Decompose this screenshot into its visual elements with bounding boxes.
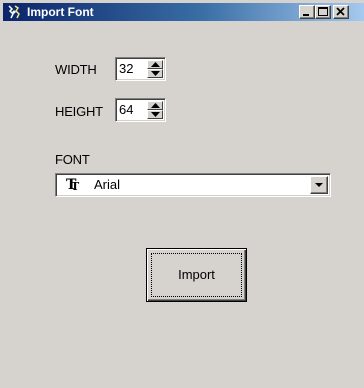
import-button-label: Import xyxy=(178,267,215,282)
width-input[interactable]: 32 xyxy=(119,61,133,77)
width-spin-buttons xyxy=(147,60,163,78)
maximize-button[interactable] xyxy=(315,5,331,19)
width-increment-button[interactable] xyxy=(147,60,163,69)
import-font-window: Import Font WIDTH 32 HEIGHT 64 FONT T T … xyxy=(0,0,364,388)
truetype-font-icon: TT xyxy=(66,177,80,193)
close-icon xyxy=(336,7,345,16)
close-button[interactable] xyxy=(333,5,349,19)
arrow-down-icon xyxy=(151,71,160,76)
height-increment-button[interactable] xyxy=(147,101,163,110)
font-dropdown[interactable]: TT Arial xyxy=(55,173,331,197)
arrow-up-icon xyxy=(151,103,160,108)
font-dropdown-value: Arial xyxy=(94,177,121,192)
width-decrement-button[interactable] xyxy=(147,69,163,78)
height-spinner[interactable]: 64 xyxy=(115,98,166,122)
arrow-up-icon xyxy=(151,62,160,67)
width-label: WIDTH xyxy=(55,62,97,77)
title-bar[interactable]: Import Font xyxy=(3,3,364,21)
app-icon xyxy=(6,4,22,20)
minimize-icon xyxy=(303,14,309,16)
chevron-down-icon xyxy=(315,183,323,187)
height-spin-buttons xyxy=(147,101,163,119)
height-input[interactable]: 64 xyxy=(119,102,133,118)
minimize-button[interactable] xyxy=(299,5,315,19)
import-button[interactable]: Import xyxy=(146,248,247,302)
font-label: FONT xyxy=(55,152,90,167)
font-dropdown-button[interactable] xyxy=(310,176,328,194)
arrow-down-icon xyxy=(151,112,160,117)
height-label: HEIGHT xyxy=(55,104,103,119)
window-title: Import Font xyxy=(27,5,94,19)
width-spinner[interactable]: 32 xyxy=(115,57,166,81)
maximize-icon xyxy=(318,7,328,16)
height-decrement-button[interactable] xyxy=(147,110,163,119)
